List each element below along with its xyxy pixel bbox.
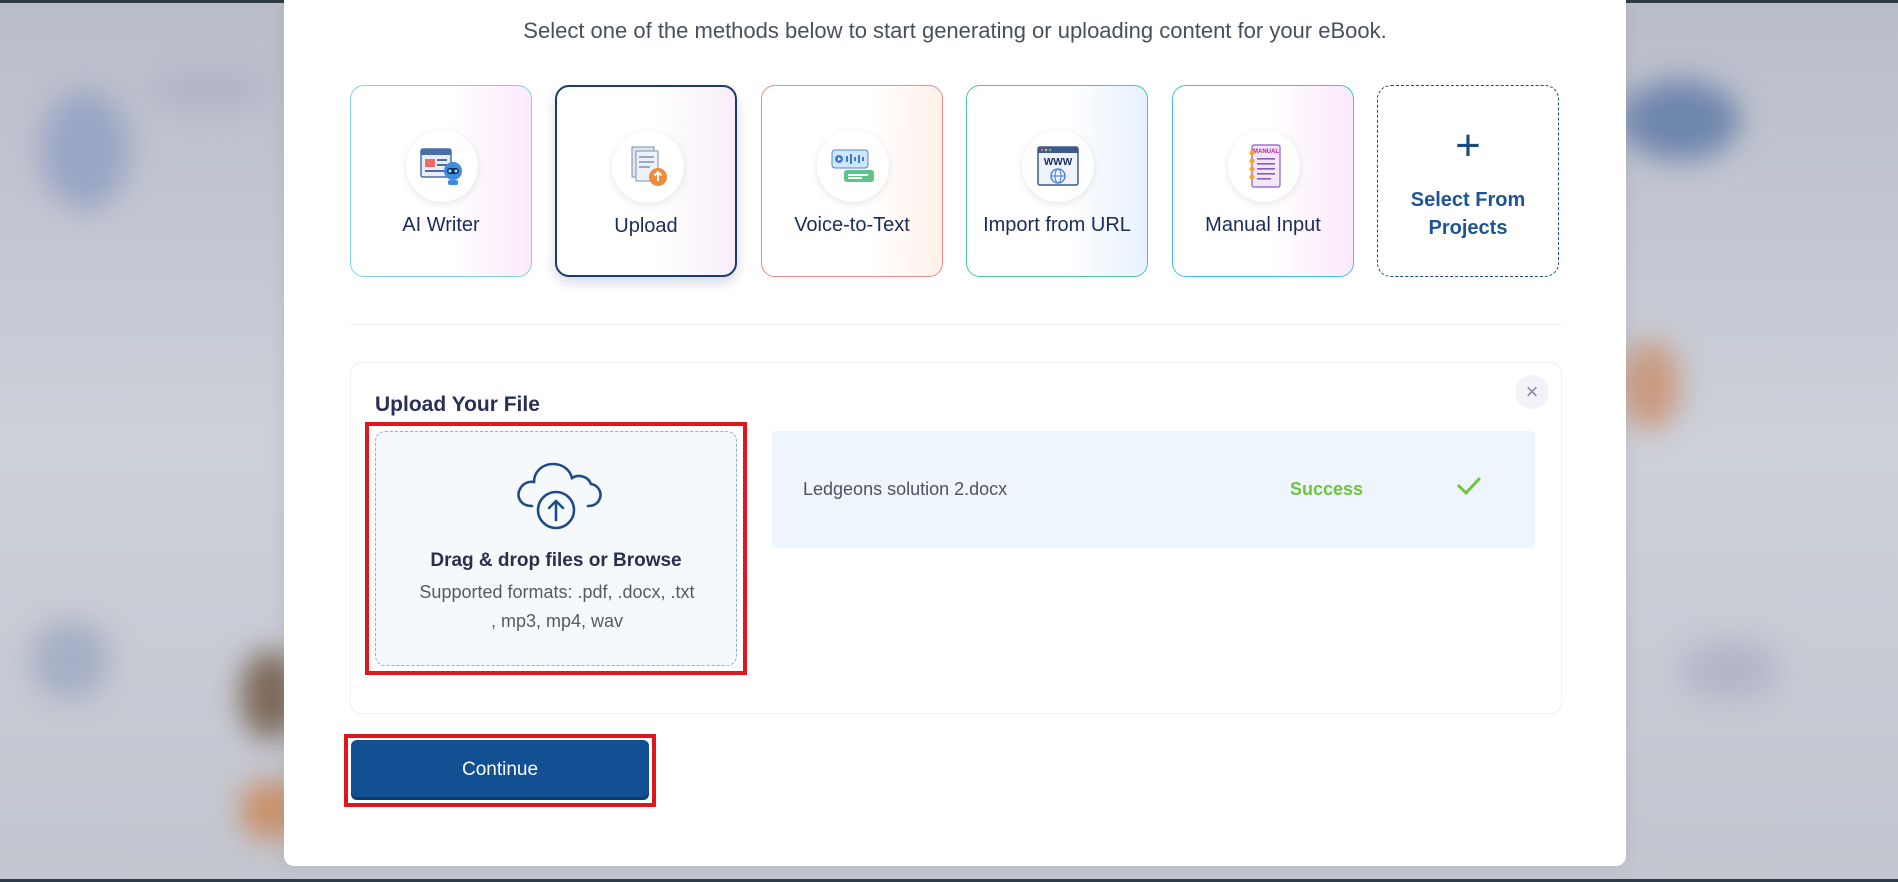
method-cards: AI Writer Upload Voice-to-Text WWW Impor…: [350, 85, 1562, 277]
cloud-upload-icon: [512, 454, 602, 537]
method-label: Upload: [614, 215, 678, 237]
plus-icon: +: [1455, 121, 1481, 170]
continue-button[interactable]: Continue: [351, 740, 649, 800]
method-card-select-from-projects[interactable]: + Select From Projects: [1377, 85, 1559, 277]
background-shape: [1620, 80, 1740, 160]
checkmark-icon: [1456, 475, 1482, 502]
voice-to-text-icon: [817, 130, 889, 202]
background-shape: [40, 90, 130, 210]
upload-panel-title: Upload Your File: [375, 393, 540, 416]
background-shape: [1680, 640, 1780, 700]
method-card-import-url[interactable]: WWW Import from URL: [966, 85, 1148, 277]
method-label: Manual Input: [1205, 214, 1321, 236]
method-label: Voice-to-Text: [794, 214, 910, 236]
dropzone-title: Drag & drop files or Browse: [430, 550, 682, 571]
method-card-upload[interactable]: Upload: [555, 85, 737, 277]
manual-notebook-icon: MANUAL: [1228, 130, 1300, 202]
supported-formats: Supported formats: .pdf, .docx, .txt , m…: [419, 582, 695, 631]
file-name: Ledgeons solution 2.docx: [803, 479, 1008, 499]
method-label: Import from URL: [983, 214, 1131, 236]
upload-status: Success: [1290, 479, 1364, 499]
modal-subtitle: Select one of the methods below to start…: [523, 18, 1387, 43]
close-icon[interactable]: ×: [1515, 375, 1549, 409]
method-card-manual-input[interactable]: MANUAL Manual Input: [1172, 85, 1354, 277]
file-dropzone[interactable]: Drag & drop files or Browse Supported fo…: [375, 431, 737, 666]
upload-document-icon: [612, 131, 684, 203]
background-shape: [1620, 340, 1680, 430]
method-card-voice-to-text[interactable]: Voice-to-Text: [761, 85, 943, 277]
ai-writer-robot-icon: [406, 130, 478, 202]
method-label: Select From Projects: [1410, 189, 1526, 239]
svg-text:WWW: WWW: [1044, 157, 1073, 168]
method-label: AI Writer: [402, 214, 480, 236]
method-card-ai-writer[interactable]: AI Writer: [350, 85, 532, 277]
uploaded-file-row: Ledgeons solution 2.docx Success: [772, 431, 1535, 548]
section-divider: [350, 324, 1562, 325]
background-shape: [30, 620, 110, 700]
www-globe-icon: WWW: [1022, 130, 1094, 202]
svg-text:MANUAL: MANUAL: [1253, 149, 1279, 155]
background-shape: [150, 70, 270, 110]
